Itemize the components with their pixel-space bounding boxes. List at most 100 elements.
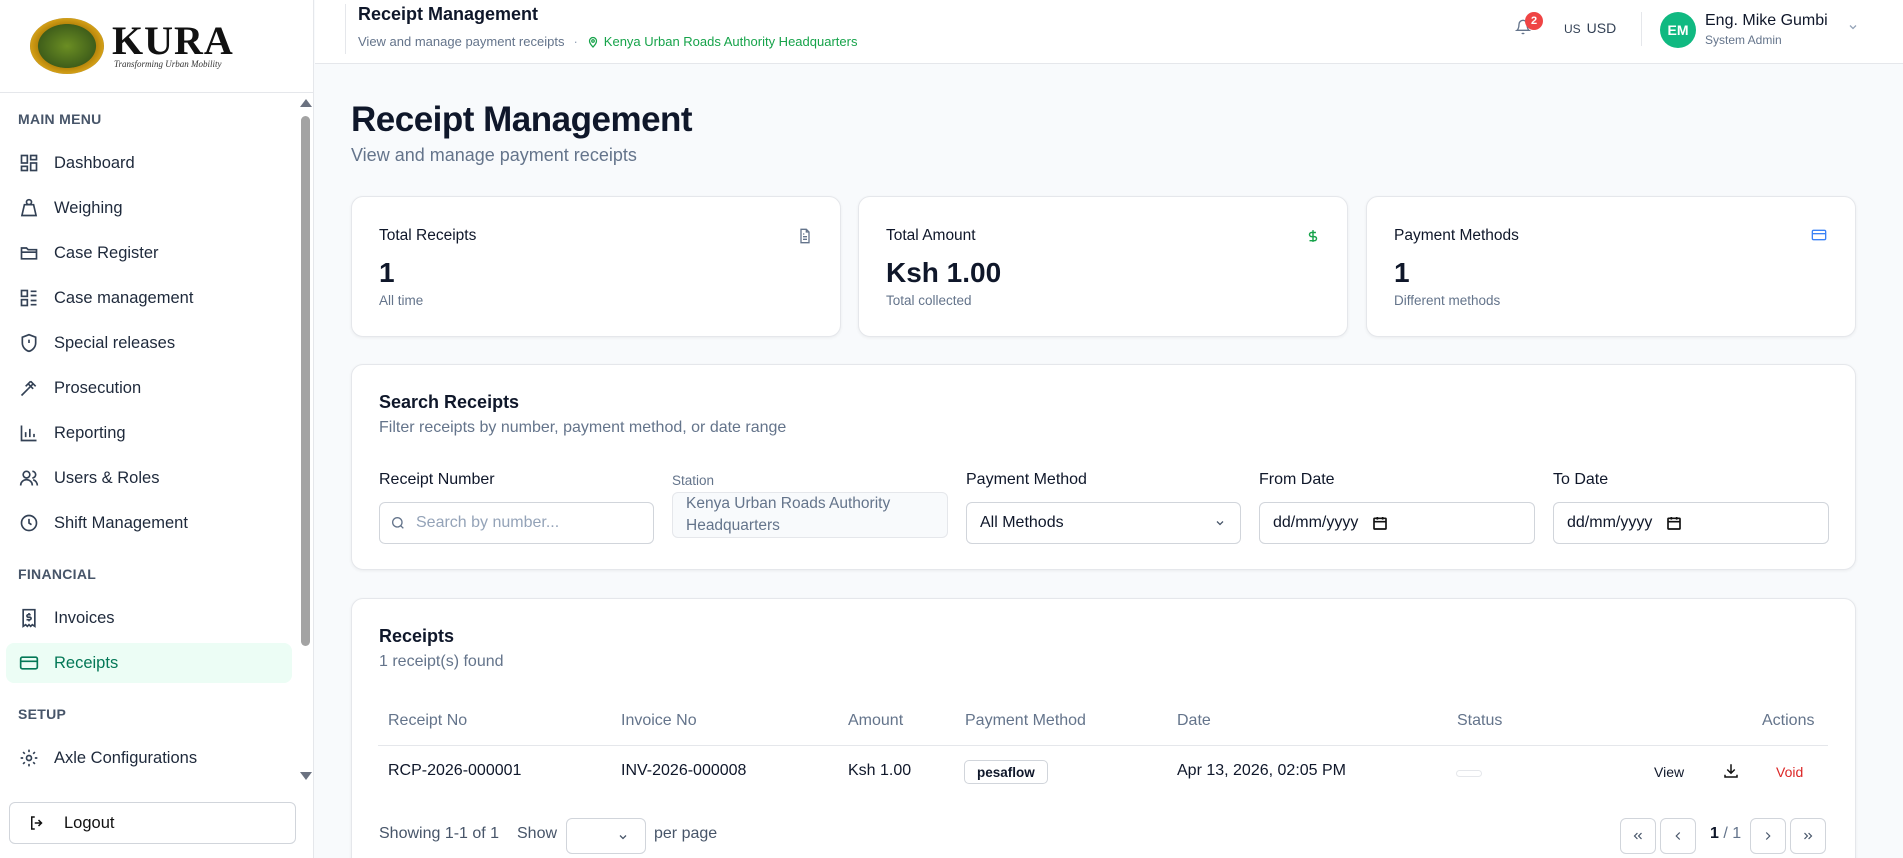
chevron-down-icon[interactable] bbox=[1847, 21, 1859, 33]
column-header-status[interactable]: Status bbox=[1457, 712, 1502, 730]
per-page-select[interactable] bbox=[566, 818, 646, 854]
logo[interactable]: KURA Transforming Urban Mobility bbox=[0, 0, 313, 93]
sidebar-item-invoices[interactable]: Invoices bbox=[6, 598, 292, 638]
currency-code: USD bbox=[1586, 20, 1617, 36]
stat-card-total-receipts: Total Receipts 1 All time bbox=[351, 196, 841, 337]
total-pages: / 1 bbox=[1723, 825, 1742, 842]
logout-button[interactable]: Logout bbox=[9, 802, 296, 844]
credit-card-icon bbox=[18, 652, 40, 674]
stat-label: Payment Methods bbox=[1394, 227, 1519, 244]
notifications-button[interactable]: 2 bbox=[1514, 12, 1543, 41]
sidebar-item-label: Receipts bbox=[54, 653, 119, 672]
us-flag-icon: US bbox=[1564, 22, 1581, 36]
document-icon bbox=[797, 227, 813, 250]
sidebar-item-label: Case management bbox=[54, 288, 194, 307]
gavel-icon bbox=[18, 377, 40, 399]
column-header-payment-method[interactable]: Payment Method bbox=[965, 712, 1086, 730]
stat-card-payment-methods: Payment Methods 1 Different methods bbox=[1366, 196, 1856, 337]
sidebar-item-axle-configurations[interactable]: Axle Configurations bbox=[6, 738, 292, 778]
invoice-icon bbox=[18, 607, 40, 629]
calendar-icon[interactable] bbox=[1666, 515, 1682, 531]
sidebar-item-receipts[interactable]: Receipts bbox=[6, 643, 292, 683]
sidebar-item-case-management[interactable]: Case management bbox=[6, 278, 292, 318]
calendar-icon[interactable] bbox=[1372, 515, 1388, 531]
payment-method-label: Payment Method bbox=[966, 471, 1087, 488]
stat-value: Ksh 1.00 bbox=[886, 257, 1002, 288]
to-date-label: To Date bbox=[1553, 471, 1609, 488]
stat-value: 1 bbox=[379, 257, 395, 288]
sidebar-item-shift-management[interactable]: Shift Management bbox=[6, 503, 292, 543]
top-header: Receipt Management View and manage payme… bbox=[315, 0, 1903, 64]
table-header-divider bbox=[378, 745, 1828, 746]
stat-note: Total collected bbox=[886, 293, 972, 308]
cell-receipt-no: RCP-2026-000001 bbox=[388, 762, 522, 779]
sidebar-item-label: Dashboard bbox=[54, 153, 135, 172]
sidebar-scrollbar[interactable] bbox=[299, 94, 312, 784]
page-subtitle: View and manage payment receipts bbox=[351, 145, 637, 165]
cell-date: Apr 13, 2026, 02:05 PM bbox=[1177, 762, 1346, 779]
sidebar-item-label: Shift Management bbox=[54, 513, 188, 532]
users-icon bbox=[18, 467, 40, 489]
scroll-thumb[interactable] bbox=[301, 116, 310, 646]
station-label: Station bbox=[672, 473, 715, 488]
stat-note: Different methods bbox=[1394, 293, 1501, 308]
column-header-date[interactable]: Date bbox=[1177, 712, 1211, 730]
column-header-invoice-no[interactable]: Invoice No bbox=[621, 712, 697, 730]
scroll-up-arrow-icon[interactable] bbox=[300, 99, 312, 107]
previous-page-button[interactable] bbox=[1660, 818, 1696, 854]
avatar[interactable]: EM bbox=[1660, 12, 1696, 48]
last-page-button[interactable] bbox=[1790, 818, 1826, 854]
page-indicator: 1 / 1 bbox=[1710, 825, 1741, 843]
section-financial: FINANCIAL bbox=[18, 566, 97, 582]
weight-icon bbox=[18, 197, 40, 219]
currency-selector[interactable]: US USD bbox=[1564, 20, 1616, 36]
credit-card-icon bbox=[1810, 227, 1828, 248]
chevron-down-icon bbox=[1216, 521, 1224, 526]
per-page-label: per page bbox=[654, 825, 718, 842]
user-role: System Admin bbox=[1705, 33, 1782, 47]
from-date-input[interactable]: dd/mm/yyyy bbox=[1259, 502, 1535, 544]
station-value: Kenya Urban Roads Authority Headquarters bbox=[686, 495, 891, 534]
sidebar-item-label: Special releases bbox=[54, 333, 176, 352]
station-field: Kenya Urban Roads Authority Headquarters bbox=[672, 492, 948, 538]
column-header-actions: Actions bbox=[1762, 712, 1815, 729]
sidebar-item-case-register[interactable]: Case Register bbox=[6, 233, 292, 273]
current-page: 1 bbox=[1710, 825, 1719, 842]
sidebar-item-label: Weighing bbox=[54, 198, 123, 217]
to-date-input[interactable]: dd/mm/yyyy bbox=[1553, 502, 1829, 544]
show-label: Show bbox=[517, 825, 558, 842]
header-station[interactable]: Kenya Urban Roads Authority Headquarters bbox=[587, 34, 857, 49]
column-header-receipt-no[interactable]: Receipt No bbox=[388, 712, 467, 730]
next-page-button[interactable] bbox=[1750, 818, 1786, 854]
scroll-down-arrow-icon[interactable] bbox=[300, 772, 312, 780]
sidebar-item-prosecution[interactable]: Prosecution bbox=[6, 368, 292, 408]
header-title: Receipt Management bbox=[358, 4, 539, 24]
chevron-down-icon bbox=[619, 835, 627, 840]
list-icon bbox=[18, 287, 40, 309]
column-header-amount[interactable]: Amount bbox=[848, 712, 903, 730]
notification-badge: 2 bbox=[1525, 12, 1543, 30]
cell-invoice-no: INV-2026-000008 bbox=[621, 762, 747, 779]
user-name[interactable]: Eng. Mike Gumbi bbox=[1705, 12, 1828, 30]
sidebar-item-label: Invoices bbox=[54, 608, 115, 627]
download-button[interactable] bbox=[1722, 762, 1740, 785]
sidebar-item-weighing[interactable]: Weighing bbox=[6, 188, 292, 228]
section-setup: SETUP bbox=[18, 706, 67, 722]
sidebar-item-users-roles[interactable]: Users & Roles bbox=[6, 458, 292, 498]
void-button[interactable]: Void bbox=[1776, 764, 1803, 780]
stat-value: 1 bbox=[1394, 257, 1410, 288]
header-divider bbox=[1641, 12, 1642, 46]
sidebar-item-dashboard[interactable]: Dashboard bbox=[6, 143, 292, 183]
receipt-search-input[interactable]: Search by number... bbox=[379, 502, 654, 544]
dashboard-icon bbox=[18, 152, 40, 174]
sidebar-item-label: Axle Configurations bbox=[54, 748, 198, 767]
payment-method-badge: pesaflow bbox=[964, 760, 1048, 784]
view-button[interactable]: View bbox=[1654, 764, 1684, 780]
sidebar-item-label: Case Register bbox=[54, 243, 159, 262]
payment-method-select[interactable]: All Methods bbox=[966, 502, 1241, 544]
location-pin-icon bbox=[588, 36, 597, 48]
sidebar-item-label: Prosecution bbox=[54, 378, 142, 397]
first-page-button[interactable] bbox=[1620, 818, 1656, 854]
sidebar-item-reporting[interactable]: Reporting bbox=[6, 413, 292, 453]
sidebar-item-special-releases[interactable]: Special releases bbox=[6, 323, 292, 363]
